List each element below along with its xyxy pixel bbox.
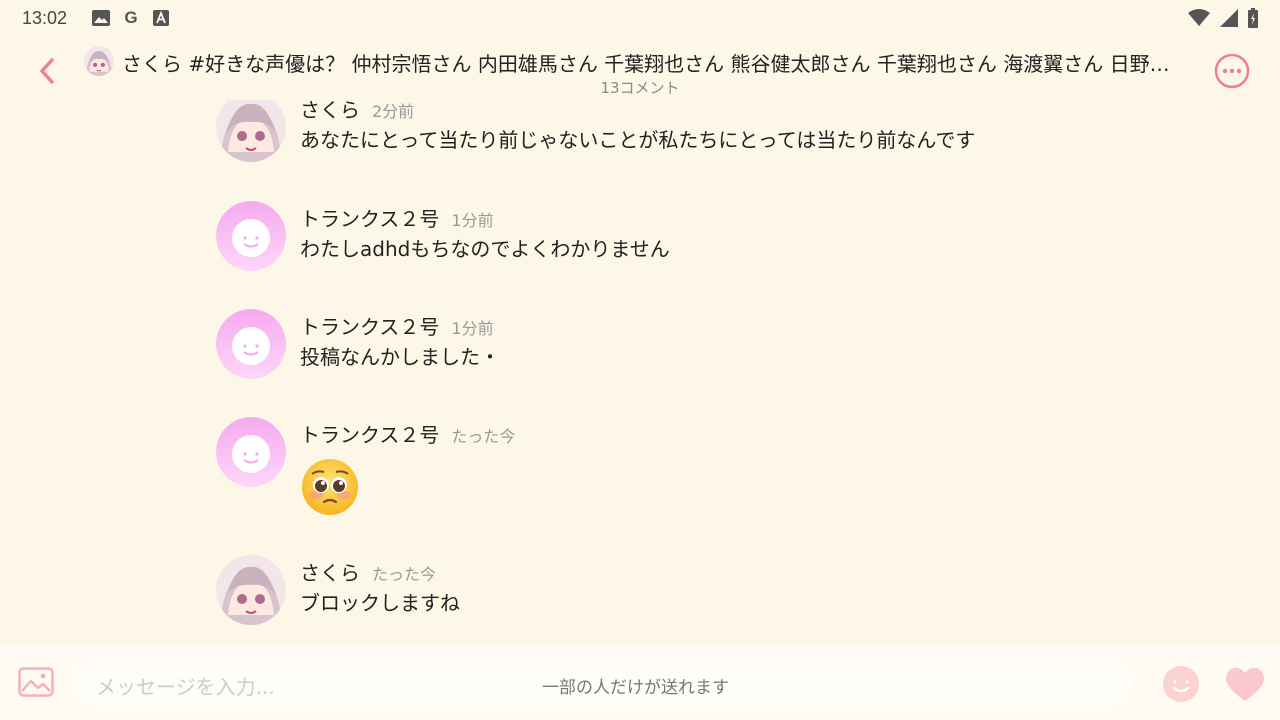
avatar[interactable]: [216, 417, 286, 487]
status-time: 13:02: [22, 8, 68, 28]
signal-icon: [1220, 9, 1238, 31]
message-author[interactable]: さくら 2分前: [300, 100, 414, 123]
comment-count: 13コメント: [600, 79, 680, 97]
message-text: ブロックしますね: [300, 591, 460, 615]
message-time: 2分前: [372, 102, 415, 121]
emoji-button[interactable]: [1162, 665, 1200, 703]
image-icon: [92, 9, 110, 27]
message-input[interactable]: メッセージを入力... 一部の人だけが送れます: [72, 659, 1132, 707]
more-options-icon: [1214, 53, 1250, 89]
attach-image-button[interactable]: [18, 667, 54, 699]
author-name[interactable]: トランクス２号: [300, 423, 439, 447]
message-text: あなたにとって当たり前じゃないことが私たちにとっては当たり前なんです: [300, 128, 976, 152]
message-time: たった今: [372, 565, 437, 584]
status-icons-right: [1188, 8, 1258, 32]
author-name[interactable]: さくら: [300, 100, 360, 122]
like-button[interactable]: [1224, 665, 1266, 703]
font-icon: [152, 9, 170, 27]
avatar[interactable]: [216, 555, 286, 625]
message-author[interactable]: トランクス２号 1分前: [300, 311, 494, 340]
smiley-icon: [1163, 666, 1199, 702]
pleading-face-emoji: [300, 457, 360, 517]
message-author[interactable]: トランクス２号 たった今: [300, 419, 515, 448]
status-bar: 13:02 G: [0, 0, 1280, 36]
message-item: さくら 2分前 あなたにとって当たり前じゃないことが私たちにとっては当たり前なんで…: [216, 100, 1216, 164]
message-time: たった今: [451, 427, 516, 446]
author-name[interactable]: さくら: [300, 561, 360, 585]
google-icon: G: [124, 8, 138, 27]
message-item: トランクス２号 1分前 投稿なんかしました・: [216, 309, 1216, 381]
message-item: トランクス２号 たった今: [216, 417, 1216, 527]
message-item: トランクス２号 1分前 わたしadhdもちなのでよくわかりません: [216, 201, 1216, 273]
wifi-icon: [1188, 9, 1210, 31]
status-icons-left: G: [92, 8, 170, 27]
message-input-placeholder: メッセージを入力...: [96, 675, 275, 699]
message-item: さくら たった今 ブロックしますね: [216, 555, 1216, 627]
message-text: わたしadhdもちなのでよくわかりません: [300, 237, 670, 261]
message-time: 1分前: [451, 319, 494, 338]
heart-icon: [1226, 667, 1264, 701]
message-author[interactable]: トランクス２号 1分前: [300, 203, 494, 232]
author-name[interactable]: トランクス２号: [300, 315, 439, 339]
more-options-button[interactable]: [1214, 53, 1250, 89]
author-name[interactable]: トランクス２号: [300, 207, 439, 231]
message-text: 投稿なんかしました・: [300, 345, 500, 369]
message-list[interactable]: さくら 2分前 あなたにとって当たり前じゃないことが私たちにとっては当たり前なんで…: [0, 100, 1280, 644]
avatar[interactable]: [216, 309, 286, 379]
message-author[interactable]: さくら たった今: [300, 557, 436, 586]
send-restriction-hint: 一部の人だけが送れます: [542, 678, 729, 698]
image-icon: [18, 667, 54, 697]
chat-title[interactable]: さくら #好きな声優は？ 仲村宗悟さん 内田雄馬さん 千葉翔也さん 熊谷健太郎さ…: [122, 48, 1202, 77]
avatar[interactable]: [216, 201, 286, 271]
battery-icon: [1248, 8, 1258, 32]
avatar[interactable]: [216, 100, 286, 162]
header-avatar[interactable]: [84, 46, 114, 76]
message-input-bar: メッセージを入力... 一部の人だけが送れます: [0, 645, 1280, 720]
chat-header: さくら #好きな声優は？ 仲村宗悟さん 内田雄馬さん 千葉翔也さん 熊谷健太郎さ…: [0, 38, 1280, 100]
message-time: 1分前: [451, 211, 494, 230]
